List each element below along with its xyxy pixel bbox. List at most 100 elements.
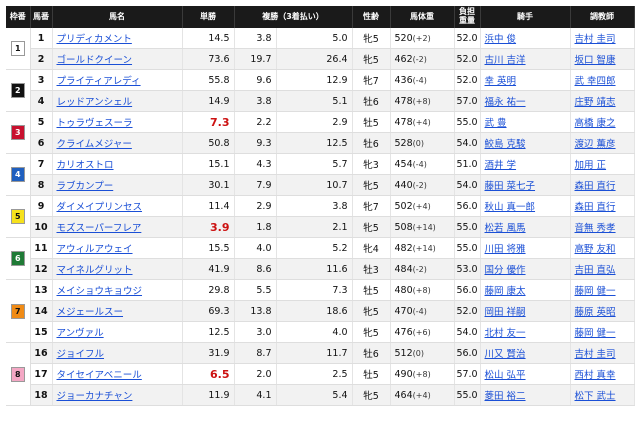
weight-diff: (+4): [412, 201, 431, 211]
sex-age: 牝7: [352, 195, 391, 217]
trainer-link[interactable]: 吉田 直弘: [575, 265, 616, 276]
body-weight: 528: [394, 137, 413, 149]
trainer-link[interactable]: 音無 秀孝: [575, 223, 616, 234]
place-odds-low: 7.9: [234, 174, 277, 196]
sex-age: 牝5: [352, 28, 391, 49]
trainer-link[interactable]: 藤原 英昭: [575, 307, 616, 318]
horse-name-link[interactable]: プライティアレディ: [57, 76, 141, 87]
trainer-link[interactable]: 加用 正: [575, 160, 607, 171]
horse-name-link[interactable]: ゴールドクイーン: [57, 55, 133, 66]
trainer-link[interactable]: 庄野 靖志: [575, 97, 616, 108]
horse-name-link[interactable]: ジョーカナチャン: [57, 391, 133, 402]
trainer-link[interactable]: 藤岡 健一: [575, 328, 616, 339]
trainer-link[interactable]: 西村 真幸: [575, 370, 616, 381]
body-weight-cell: 436(-4): [390, 69, 455, 91]
header-jockey: 騎手: [480, 6, 571, 28]
horse-name-link[interactable]: ラブカンプー: [57, 181, 114, 192]
place-odds-low: 19.7: [234, 48, 277, 70]
jockey-link[interactable]: 酒井 学: [485, 160, 517, 171]
place-odds-high: 5.2: [276, 237, 353, 259]
trainer-link[interactable]: 松下 武士: [575, 391, 616, 402]
trainer-cell: 渡辺 薫彦: [570, 132, 635, 154]
place-odds-high: 2.1: [276, 216, 353, 238]
jockey-link[interactable]: 福永 祐一: [485, 97, 526, 108]
trainer-link[interactable]: 森田 直行: [575, 202, 616, 213]
sex-age: 牝7: [352, 69, 391, 91]
horse-name-link[interactable]: アンヴァル: [57, 328, 104, 339]
jockey-link[interactable]: 松若 風馬: [485, 223, 526, 234]
horse-name-link[interactable]: ダイメイプリンセス: [57, 202, 143, 213]
place-odds-low: 4.0: [234, 237, 277, 259]
jockey-link[interactable]: 藤岡 康太: [485, 286, 526, 297]
horse-name-link[interactable]: クライムメジャー: [57, 139, 132, 150]
jockey-link[interactable]: 藤田 菜七子: [485, 181, 536, 192]
jockey-link[interactable]: 岡田 祥嗣: [485, 307, 526, 318]
header-sex-age: 性齢: [352, 6, 391, 28]
horse-name-link[interactable]: マイネルグリット: [57, 265, 133, 276]
trainer-link[interactable]: 武 幸四郎: [575, 76, 616, 87]
horse-name-cell: メイショウキョウジ: [52, 279, 183, 301]
horse-name-link[interactable]: タイセイアベニール: [57, 370, 142, 381]
trainer-link[interactable]: 高野 友和: [575, 244, 616, 255]
trainer-link[interactable]: 森田 直行: [575, 181, 616, 192]
horse-name-link[interactable]: メジェールスー: [57, 307, 124, 318]
weight-diff: (+4): [412, 117, 431, 127]
horse-name-link[interactable]: メイショウキョウジ: [57, 286, 143, 297]
sex-age: 牝5: [352, 174, 391, 196]
horse-name-link[interactable]: ジョイフル: [57, 349, 105, 360]
horse-name-cell: ジョーカナチャン: [52, 384, 183, 406]
jockey-link[interactable]: 松山 弘平: [485, 370, 526, 381]
trainer-link[interactable]: 吉村 圭司: [575, 349, 616, 360]
jockey-cell: 川田 将雅: [480, 237, 571, 259]
load-weight: 55.0: [454, 384, 481, 406]
jockey-link[interactable]: 武 豊: [485, 118, 507, 129]
horse-number: 1: [30, 28, 53, 49]
horse-name-link[interactable]: モズスーパーフレア: [57, 223, 142, 234]
horse-name-link[interactable]: レッドアンシェル: [57, 97, 133, 108]
weight-diff: (+8): [412, 285, 431, 295]
jockey-cell: 酒井 学: [480, 153, 571, 175]
body-weight-cell: 470(-4): [390, 300, 455, 322]
sex-age: 牝5: [352, 216, 391, 238]
body-weight-cell: 454(-4): [390, 153, 455, 175]
waku-badge: 2: [10, 83, 25, 98]
jockey-link[interactable]: 鮫島 克駿: [485, 139, 526, 150]
body-weight: 470: [394, 305, 413, 317]
jockey-link[interactable]: 秋山 真一郎: [485, 202, 536, 213]
win-odds: 15.1: [182, 153, 235, 175]
trainer-link[interactable]: 吉村 圭司: [575, 34, 616, 45]
horse-name-link[interactable]: トゥラヴェスーラ: [57, 118, 133, 129]
trainer-cell: 加用 正: [570, 153, 635, 175]
horse-name-cell: レッドアンシェル: [52, 90, 183, 112]
trainer-link[interactable]: 藤岡 健一: [575, 286, 616, 297]
jockey-link[interactable]: 幸 英明: [485, 76, 517, 87]
trainer-link[interactable]: 渡辺 薫彦: [575, 139, 616, 150]
jockey-link[interactable]: 国分 優作: [485, 265, 526, 276]
trainer-link[interactable]: 高橋 康之: [575, 118, 616, 129]
body-weight: 508: [394, 221, 413, 233]
body-weight-cell: 502(+4): [390, 195, 455, 217]
jockey-link[interactable]: 古川 吉洋: [485, 55, 526, 66]
sex-age: 牝4: [352, 237, 391, 259]
trainer-cell: 高橋 康之: [570, 111, 635, 133]
jockey-link[interactable]: 浜中 俊: [485, 34, 517, 45]
place-odds-high: 3.8: [276, 195, 353, 217]
place-odds-low: 3.8: [234, 90, 277, 112]
load-weight: 52.0: [454, 48, 481, 70]
jockey-link[interactable]: 川田 将雅: [485, 244, 526, 255]
weight-diff: (0): [412, 138, 424, 148]
waku-cell: 3: [6, 111, 31, 154]
win-odds: 29.8: [182, 279, 235, 301]
place-odds-high: 5.4: [276, 384, 353, 406]
trainer-link[interactable]: 坂口 智康: [575, 55, 616, 66]
horse-name-link[interactable]: アウィルアウェイ: [57, 244, 133, 255]
weight-diff: (+8): [412, 96, 431, 106]
jockey-link[interactable]: 川又 賢治: [485, 349, 526, 360]
trainer-cell: 武 幸四郎: [570, 69, 635, 91]
jockey-link[interactable]: 北村 友一: [485, 328, 526, 339]
horse-name-link[interactable]: カリオストロ: [57, 160, 114, 171]
table-row: 6 クライムメジャー 50.8 9.3 12.5 牡6 528(0) 54.0 鮫島 克駿 渡辺 …: [6, 132, 635, 154]
win-odds: 6.5: [182, 363, 235, 385]
jockey-link[interactable]: 菱田 裕二: [485, 391, 526, 402]
horse-name-link[interactable]: プリディカメント: [57, 34, 132, 45]
